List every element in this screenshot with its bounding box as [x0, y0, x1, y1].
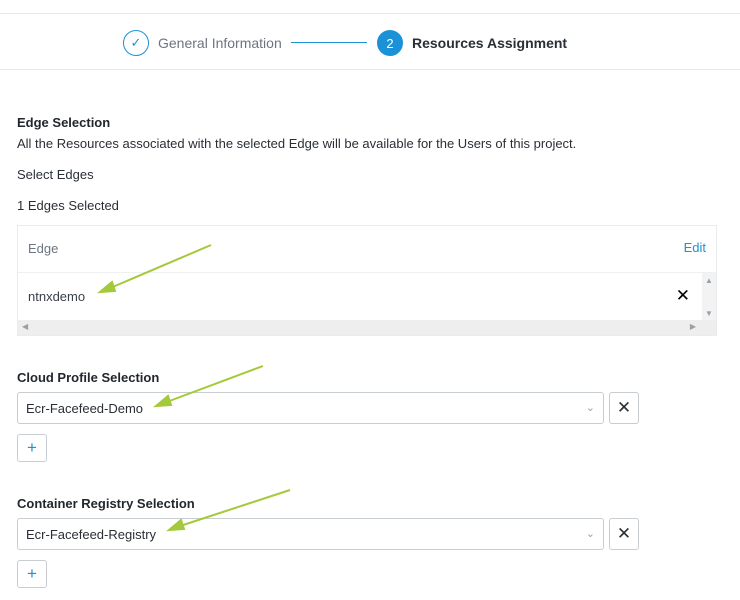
step-connector-line — [291, 42, 367, 43]
step-general-information-label: General Information — [158, 35, 282, 51]
add-container-registry-button[interactable]: + — [17, 560, 47, 588]
cloud-profile-selection-title: Cloud Profile Selection — [17, 370, 160, 385]
edit-edges-link[interactable]: Edit — [684, 240, 706, 255]
vertical-scrollbar[interactable]: ▲ ▼ — [702, 273, 716, 321]
chevron-down-icon: ⌄ — [585, 402, 595, 414]
horizontal-scrollbar[interactable]: ◀ ▶ — [18, 320, 716, 335]
container-registry-selected-value: Ecr-Facefeed-Registry — [26, 527, 157, 542]
edge-selection-title: Edge Selection — [17, 115, 111, 130]
remove-container-registry-button[interactable]: ✕ — [609, 518, 639, 550]
scroll-left-arrow-icon[interactable]: ◀ — [22, 322, 28, 331]
edges-selected-count: 1 Edges Selected — [17, 198, 119, 213]
add-cloud-profile-button[interactable]: + — [17, 434, 47, 462]
scroll-right-arrow-icon[interactable]: ▶ — [690, 322, 696, 331]
step-general-information[interactable]: ✓ General Information — [123, 30, 282, 56]
scroll-up-arrow-icon[interactable]: ▲ — [705, 276, 713, 285]
edge-column-header: Edge — [28, 241, 59, 256]
chevron-down-icon: ⌄ — [585, 528, 595, 540]
edge-table-header: Edge Edit — [18, 226, 716, 273]
table-row: ntnxdemo ✕ — [18, 274, 702, 320]
step-resources-assignment-label: Resources Assignment — [412, 35, 568, 51]
edge-selection-description: All the Resources associated with the se… — [17, 136, 577, 151]
select-edges-label: Select Edges — [17, 167, 94, 182]
step-resources-assignment[interactable]: 2 Resources Assignment — [377, 30, 567, 56]
scroll-down-arrow-icon[interactable]: ▼ — [705, 309, 713, 318]
step-complete-check-icon: ✓ — [123, 30, 149, 56]
step-number-badge: 2 — [377, 30, 403, 56]
edge-name: ntnxdemo — [28, 289, 86, 304]
remove-edge-icon[interactable]: ✕ — [676, 286, 690, 306]
container-registry-selection-title: Container Registry Selection — [17, 496, 195, 511]
wizard-stepper: ✓ General Information 2 Resources Assign… — [0, 14, 740, 70]
remove-cloud-profile-button[interactable]: ✕ — [609, 392, 639, 424]
cloud-profile-select[interactable]: Ecr-Facefeed-Demo ⌄ — [17, 392, 604, 424]
edge-table: Edge Edit ntnxdemo ✕ ▲ ▼ ◀ ▶ — [17, 225, 717, 336]
cloud-profile-selected-value: Ecr-Facefeed-Demo — [26, 401, 144, 416]
container-registry-select[interactable]: Ecr-Facefeed-Registry ⌄ — [17, 518, 604, 550]
